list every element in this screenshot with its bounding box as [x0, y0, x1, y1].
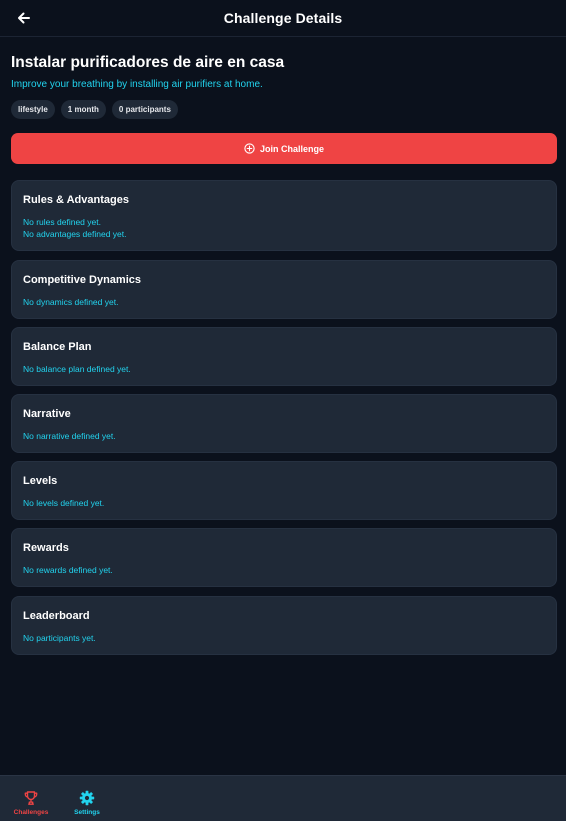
card-title: Balance Plan	[23, 341, 92, 353]
narrative-card: Narrative No narrative defined yet.	[11, 394, 557, 453]
arrow-left-icon	[17, 12, 30, 24]
challenge-title: Instalar purificadores de aire en casa	[11, 54, 285, 71]
top-bar: Challenge Details	[0, 0, 566, 37]
leaderboard-card: Leaderboard No participants yet.	[11, 596, 557, 655]
app: Challenge Details Instalar purificadores…	[0, 0, 566, 821]
rules-advantages-card: Rules & Advantages No rules defined yet.…	[11, 180, 557, 251]
card-title: Narrative	[23, 408, 71, 420]
card-text: No narrative defined yet.	[23, 431, 116, 441]
nav-item-settings[interactable]: Settings	[71, 776, 103, 821]
gear-icon	[79, 789, 95, 806]
card-title: Rewards	[23, 542, 69, 554]
competitive-dynamics-card: Competitive Dynamics No dynamics defined…	[11, 260, 557, 319]
plus-circle-icon	[244, 143, 255, 154]
category-tag: lifestyle	[11, 100, 55, 119]
participants-tag: 0 participants	[111, 100, 178, 119]
page-title: Challenge Details	[223, 10, 343, 26]
nav-label: Settings	[74, 809, 100, 816]
nav-item-challenges[interactable]: Challenges	[13, 776, 49, 821]
join-challenge-label: Join Challenge	[259, 143, 324, 154]
nav-label: Challenges	[13, 809, 49, 816]
back-button[interactable]	[12, 7, 34, 29]
card-text: No balance plan defined yet.	[23, 364, 131, 374]
card-title: Rules & Advantages	[23, 194, 129, 206]
tag-list: lifestyle 1 month 0 participants	[11, 100, 178, 119]
join-challenge-button[interactable]: Join Challenge	[11, 133, 557, 164]
card-text: No levels defined yet.	[23, 498, 105, 508]
trophy-icon	[23, 789, 39, 806]
card-title: Competitive Dynamics	[23, 274, 141, 286]
card-text: No advantages defined yet.	[23, 229, 127, 239]
balance-plan-card: Balance Plan No balance plan defined yet…	[11, 327, 557, 386]
card-text: No rules defined yet.	[23, 217, 101, 227]
challenge-description: Improve your breathing by installing air…	[11, 79, 263, 90]
card-title: Levels	[23, 475, 58, 487]
card-title: Leaderboard	[23, 610, 90, 622]
bottom-navigation: Challenges Settings	[0, 775, 566, 821]
card-text: No rewards defined yet.	[23, 565, 113, 575]
card-text: No participants yet.	[23, 633, 96, 643]
card-text: No dynamics defined yet.	[23, 297, 119, 307]
rewards-card: Rewards No rewards defined yet.	[11, 528, 557, 587]
levels-card: Levels No levels defined yet.	[11, 461, 557, 520]
duration-tag: 1 month	[60, 100, 106, 119]
